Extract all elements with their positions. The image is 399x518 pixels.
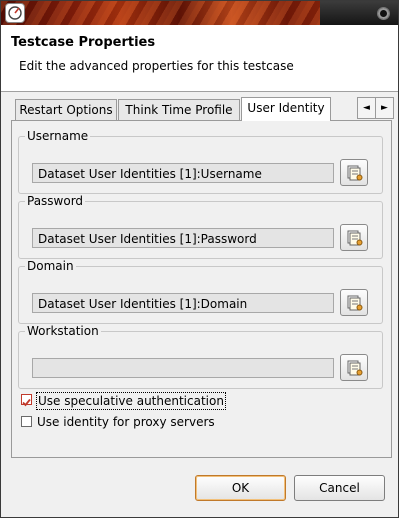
tab-scroll-right-icon[interactable]: ► [375,97,394,119]
proxy-identity-label: Use identity for proxy servers [37,415,215,429]
workstation-field[interactable] [32,358,334,378]
ok-button[interactable]: OK [195,475,286,501]
dialog-title: Testcase Properties [11,35,156,50]
username-field[interactable]: Dataset User Identities [1]:Username [32,163,334,183]
user-identity-panel: Username Dataset User Identities [1]:Use… [11,120,392,458]
password-field[interactable]: Dataset User Identities [1]:Password [32,228,334,248]
close-icon[interactable] [377,7,390,20]
domain-label: Domain [25,259,76,273]
speculative-auth-label: Use speculative authentication [36,392,226,410]
dialog-description: Edit the advanced properties for this te… [19,59,294,73]
workstation-label: Workstation [25,324,101,338]
dataset-picker-icon [347,360,363,376]
title-bar-controls [320,1,398,25]
application-icon[interactable] [5,3,25,23]
tab-scroll-left-icon[interactable]: ◄ [357,97,376,119]
password-group: Password Dataset User Identities [1]:Pas… [18,194,383,259]
dataset-picker-icon [347,165,363,181]
tab-bar: Restart Options Think Time Profile User … [11,97,396,121]
application-icon-graphic [8,6,22,20]
password-browse-button[interactable] [340,224,368,251]
proxy-identity-checkbox[interactable] [21,416,32,427]
tab-user-identity[interactable]: User Identity [241,97,331,121]
dialog-window: Testcase Properties Edit the advanced pr… [0,0,399,518]
cancel-button[interactable]: Cancel [294,475,385,501]
domain-field[interactable]: Dataset User Identities [1]:Domain [32,293,334,313]
dialog-header: Testcase Properties Edit the advanced pr… [1,25,398,92]
tab-think-time-profile[interactable]: Think Time Profile [118,99,240,120]
dataset-picker-icon [347,295,363,311]
checkmark-icon [22,398,31,407]
username-label: Username [25,129,91,143]
password-label: Password [25,194,86,208]
username-browse-button[interactable] [340,159,368,186]
dataset-picker-icon [347,230,363,246]
speculative-auth-checkbox[interactable] [21,394,32,407]
workstation-group: Workstation [18,324,383,389]
tab-restart-options[interactable]: Restart Options [15,99,117,120]
workstation-browse-button[interactable] [340,354,368,381]
title-bar[interactable] [1,1,398,25]
username-group: Username Dataset User Identities [1]:Use… [18,129,383,194]
domain-group: Domain Dataset User Identities [1]:Domai… [18,259,383,324]
domain-browse-button[interactable] [340,289,368,316]
